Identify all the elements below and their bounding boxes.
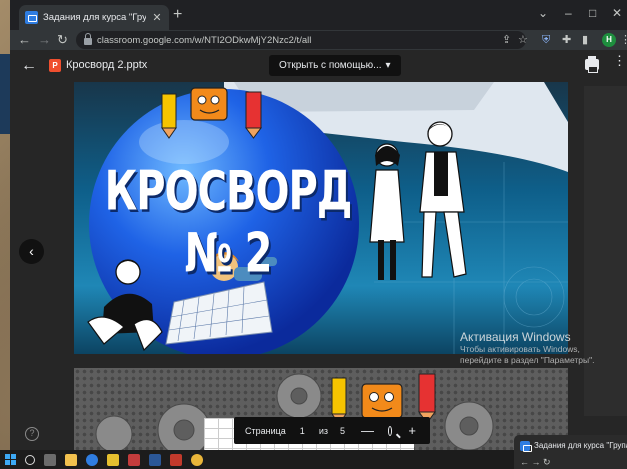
- bookmark-star-icon[interactable]: ☆: [518, 33, 528, 47]
- tab-title: Задания для курса "Група 211 ...: [43, 12, 146, 23]
- print-icon[interactable]: [585, 56, 599, 73]
- profile-avatar[interactable]: H: [602, 33, 616, 47]
- active-tab[interactable]: Задания для курса "Група 211 ... ✕: [19, 5, 169, 30]
- zoom-in-button[interactable]: +: [408, 424, 416, 437]
- reload-icon[interactable]: ↻: [57, 32, 68, 48]
- task-view-icon[interactable]: [44, 453, 56, 466]
- classroom-favicon-icon: [25, 11, 38, 24]
- chrome-taskbar-icon[interactable]: [191, 453, 203, 466]
- viewer-back-icon[interactable]: ←: [21, 57, 37, 75]
- background-window-edge: [0, 54, 10, 134]
- side-panel-icon[interactable]: ▮: [582, 33, 588, 47]
- extensions-puzzle-icon[interactable]: ✚: [562, 33, 571, 47]
- address-bar[interactable]: classroom.google.com/w/NTI2ODkwMjY2Nzc2/…: [76, 31, 526, 49]
- page-of-label: из: [318, 425, 328, 436]
- page-navigation-bar: Страница 1 из 5 — +: [234, 417, 430, 444]
- total-pages: 5: [339, 425, 345, 436]
- more-options-icon[interactable]: ⋮: [613, 54, 626, 67]
- file-explorer-icon[interactable]: [65, 453, 77, 466]
- browser-window: Задания для курса "Група 211 ... ✕ + ⌄ –…: [10, 0, 627, 450]
- second-window-tab-title: Задания для курса "Група: [534, 441, 627, 450]
- zoom-out-button[interactable]: —: [361, 424, 374, 437]
- browser-menu-icon[interactable]: ⋮: [620, 33, 627, 47]
- slide-title: КРОСВОРД № 2: [104, 160, 353, 286]
- tab-bar: Задания для курса "Група 211 ... ✕ + ⌄ –…: [10, 0, 627, 30]
- tab-close-icon[interactable]: ✕: [151, 11, 163, 24]
- lock-icon: [84, 33, 92, 45]
- background-page-edge: [584, 86, 627, 416]
- activation-line-1: Чтобы активировать Windows,: [460, 344, 580, 354]
- open-with-button[interactable]: Открыть с помощью... ▾: [269, 55, 401, 76]
- current-page-input[interactable]: 1: [300, 426, 305, 436]
- new-tab-button[interactable]: +: [173, 7, 182, 23]
- file-name: Кросворд 2.pptx: [66, 59, 148, 71]
- activation-title: Активация Windows: [460, 330, 571, 344]
- file-viewer: ← P Кросворд 2.pptx Открыть с помощью...…: [10, 50, 627, 450]
- chrome-icon[interactable]: [107, 453, 119, 466]
- chevron-down-icon: ▾: [385, 60, 391, 71]
- page-label: Страница: [245, 425, 286, 436]
- previous-file-button[interactable]: ‹: [19, 239, 44, 264]
- forward-icon[interactable]: →: [38, 32, 51, 48]
- back-icon[interactable]: ←: [18, 32, 31, 48]
- second-window-tab[interactable]: Задания для курса "Група: [520, 439, 627, 452]
- url-text: classroom.google.com/w/NTI2ODkwMjY2Nzc2/…: [97, 34, 312, 46]
- activation-line-2: перейдите в раздел "Параметры".: [460, 355, 595, 365]
- maximize-button[interactable]: □: [589, 6, 596, 20]
- edge-browser-icon[interactable]: [86, 453, 98, 466]
- zoom-magnifier-icon[interactable]: [387, 425, 393, 436]
- search-icon[interactable]: [25, 454, 35, 465]
- second-browser-window[interactable]: Задания для курса "Група ← → ↻: [514, 435, 627, 469]
- windows-start-icon[interactable]: [5, 454, 16, 465]
- second-window-nav-icons: ← → ↻: [520, 457, 551, 467]
- slide-1: КРОСВОРД № 2: [74, 82, 568, 354]
- toolbar: ← → ↻ classroom.google.com/w/NTI2ODkwMjY…: [10, 30, 627, 50]
- extension-shield-icon[interactable]: ⛨: [542, 33, 550, 47]
- opera-icon[interactable]: [128, 453, 140, 466]
- windows-activation-watermark: Активация Windows Чтобы активировать Win…: [460, 330, 595, 366]
- classroom-favicon-icon: [520, 440, 532, 452]
- powerpoint-file-icon: P: [49, 59, 61, 72]
- help-icon[interactable]: ?: [25, 427, 39, 441]
- powerpoint-icon[interactable]: [170, 453, 182, 466]
- viewer-header: ← P Кросворд 2.pptx Открыть с помощью...…: [10, 50, 627, 82]
- tab-search-chevron-icon[interactable]: ⌄: [538, 6, 548, 20]
- share-icon[interactable]: ⇪: [502, 33, 511, 47]
- open-with-label: Открыть с помощью...: [279, 60, 382, 71]
- minimize-button[interactable]: –: [565, 6, 572, 20]
- word-icon[interactable]: [149, 453, 161, 466]
- close-window-button[interactable]: ✕: [612, 6, 622, 20]
